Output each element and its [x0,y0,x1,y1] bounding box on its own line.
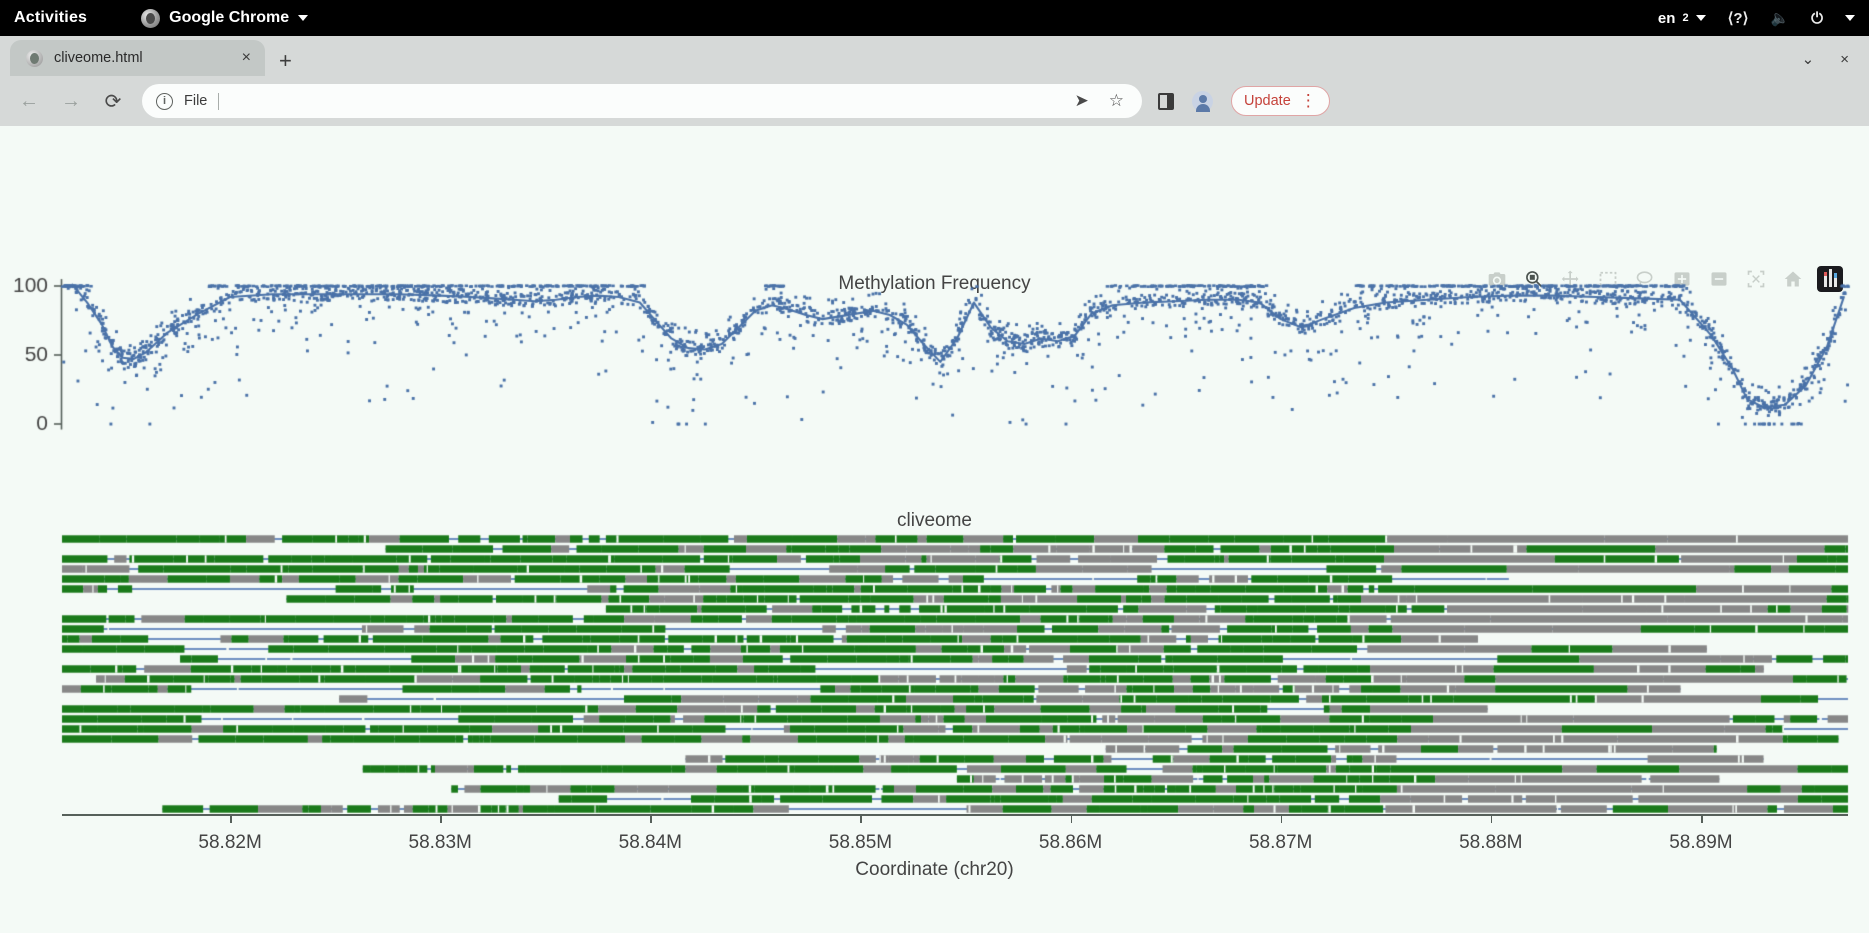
activities-button[interactable]: Activities [14,9,87,27]
tab-cliveome[interactable]: cliveome.html × [10,40,265,76]
address-bar[interactable]: i File ➤ ☆ [142,84,1142,118]
update-label: Update [1244,93,1291,109]
methylation-scatter-canvas[interactable] [0,276,1869,476]
cliveome-reads-subplot[interactable] [0,534,1869,814]
subplot-title-cliveome: cliveome [0,510,1869,532]
x-axis-tick [1701,814,1703,823]
x-axis-tick [1281,814,1283,823]
reads-track-canvas[interactable] [0,534,1869,814]
plotly-figure: Methylation Frequency cliveome Coordinat… [0,126,1869,886]
x-axis: Coordinate (chr20) 58.82M 58.83M 58.84M 58.… [0,814,1869,884]
x-axis-tick [1071,814,1073,823]
x-axis-tick [860,814,862,823]
accessibility-icon[interactable]: ⟨?⟩ [1728,11,1749,26]
app-menu-caret-icon [298,15,308,21]
x-axis-tick-label: 58.87M [1249,832,1312,854]
x-axis-tick [650,814,652,823]
window-controls: ⌄ × [1802,50,1869,68]
x-axis-tick-label: 58.86M [1039,832,1102,854]
browser-window: cliveome.html × + ⌄ × ← → ⟳ i File ➤ ☆ U… [0,36,1869,126]
close-icon[interactable]: × [238,49,255,67]
volume-muted-icon[interactable]: 🔈 [1770,11,1789,26]
x-axis-tick [440,814,442,823]
keyboard-caret-icon [1696,15,1706,21]
bookmark-icon[interactable]: ☆ [1109,91,1124,111]
x-axis-tick [1491,814,1493,823]
new-tab-button[interactable]: + [279,50,292,72]
x-axis-tick-label: 58.84M [619,832,682,854]
forward-button[interactable]: → [58,90,84,113]
minimize-icon[interactable]: ⌄ [1802,50,1815,68]
gnome-top-bar: Activities Google Chrome en 2 ⟨?⟩ 🔈 ⏻ [0,0,1869,36]
x-axis-line [62,814,1848,816]
window-close-icon[interactable]: × [1840,51,1849,68]
reload-button[interactable]: ⟳ [100,89,126,114]
x-axis-tick-label: 58.83M [409,832,472,854]
app-menu[interactable]: Google Chrome [141,9,308,28]
x-axis-tick-label: 58.88M [1459,832,1522,854]
omnibox-scheme-label: File [184,93,207,109]
share-icon[interactable]: ➤ [1075,91,1089,111]
omnibox-actions: ➤ ☆ [1075,91,1129,111]
site-info-icon[interactable]: i [156,93,173,110]
browser-toolbar: ← → ⟳ i File ➤ ☆ Update ⋮ [0,76,1869,126]
tab-title: cliveome.html [54,50,227,66]
x-axis-tick-label: 58.89M [1669,832,1732,854]
x-axis-tick [230,814,232,823]
x-axis-tick-label: 58.82M [198,832,261,854]
methylation-frequency-subplot[interactable] [0,276,1869,476]
side-panel-icon[interactable] [1158,93,1174,110]
page-content: Methylation Frequency cliveome Coordinat… [0,126,1869,919]
keyboard-layout-indicator[interactable]: en 2 [1658,10,1706,27]
gnome-status-area: en 2 ⟨?⟩ 🔈 ⏻ [1658,10,1855,27]
update-button[interactable]: Update ⋮ [1231,86,1330,116]
omnibox-separator [218,93,219,110]
chrome-dot-icon [141,9,160,28]
keyboard-layout-variant: 2 [1682,12,1688,24]
x-axis-tick-label: 58.85M [829,832,892,854]
chrome-menu-icon[interactable]: ⋮ [1300,91,1317,111]
toolbar-right: Update ⋮ [1158,86,1330,116]
app-menu-label: Google Chrome [169,9,289,27]
power-icon[interactable]: ⏻ [1811,11,1823,26]
keyboard-layout-label: en [1658,10,1676,27]
x-axis-title: Coordinate (chr20) [0,859,1869,881]
tab-strip: cliveome.html × + ⌄ × [0,36,1869,76]
globe-icon [26,50,43,67]
back-button[interactable]: ← [16,90,42,113]
profile-avatar-icon[interactable] [1192,91,1213,112]
system-menu-caret-icon[interactable] [1845,15,1855,21]
